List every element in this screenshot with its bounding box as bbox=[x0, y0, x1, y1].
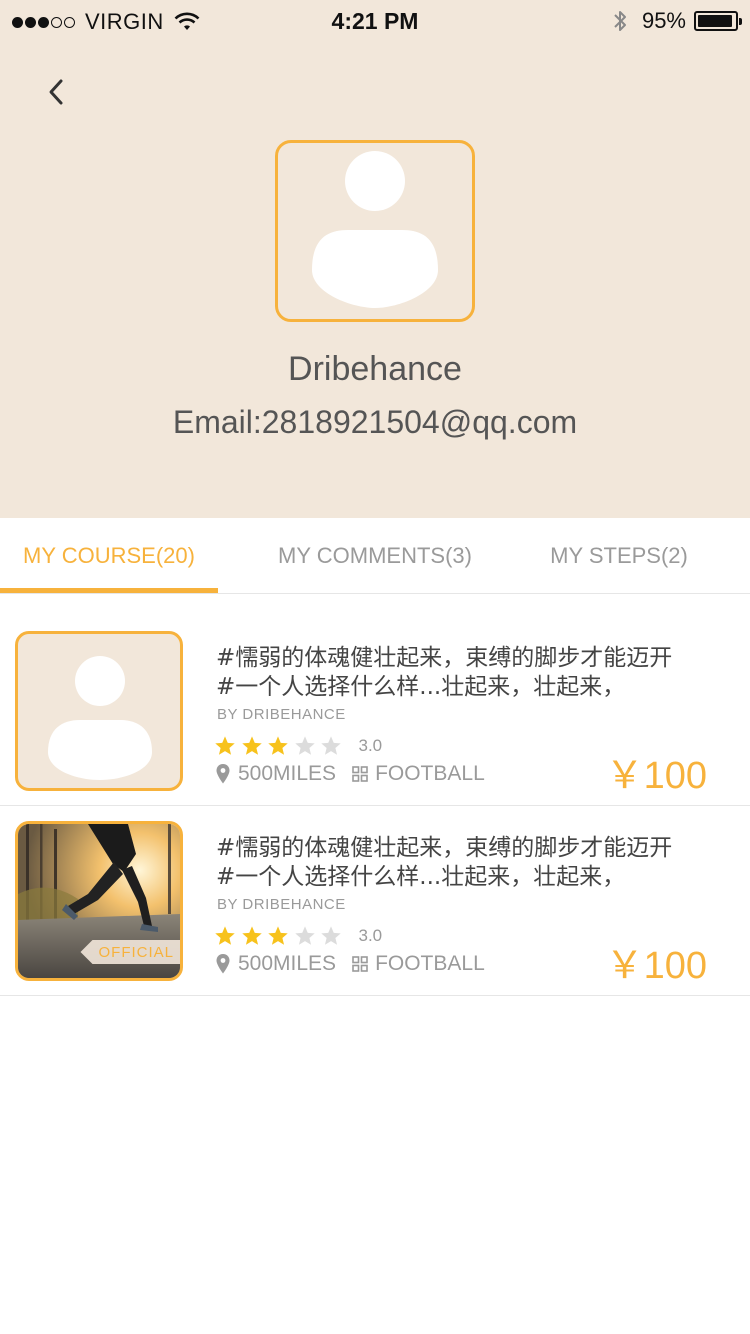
course-title-line: #懦弱的体魂健壮起来，束缚的脚步才能迈开 bbox=[216, 835, 673, 861]
star-icon bbox=[241, 926, 262, 945]
course-thumbnail bbox=[15, 631, 183, 791]
profile-header: VIRGIN 4:21 PM 95% Dribehance Email:2818… bbox=[0, 0, 750, 518]
avatar[interactable] bbox=[275, 140, 475, 322]
course-thumbnail: OFFICIAL bbox=[15, 821, 183, 981]
status-right: 95% bbox=[612, 8, 742, 34]
course-title: #懦弱的体魂健壮起来，束缚的脚步才能迈开 #一个人选择什么样...壮起来，壮起来… bbox=[216, 834, 726, 892]
tab-my-course[interactable]: MY COURSE(20) bbox=[0, 518, 218, 594]
battery-icon bbox=[694, 11, 742, 31]
user-silhouette-icon bbox=[48, 656, 152, 780]
star-icon bbox=[268, 736, 288, 755]
course-category: FOOTBALL bbox=[375, 762, 485, 785]
course-author: BY DRIBEHANCE bbox=[217, 896, 346, 913]
rating-stars: 3.0 bbox=[214, 735, 382, 757]
status-bar: VIRGIN 4:21 PM 95% bbox=[0, 0, 750, 42]
course-distance: 500MILES bbox=[238, 762, 337, 785]
rating-value: 3.0 bbox=[358, 926, 383, 945]
star-icon bbox=[268, 926, 288, 945]
chevron-left-icon bbox=[49, 79, 63, 105]
back-button[interactable] bbox=[36, 72, 76, 112]
battery-percentage: 95% bbox=[641, 8, 686, 33]
course-meta: 500MILES FOOTBALL bbox=[216, 952, 485, 976]
course-price: ￥100 bbox=[605, 755, 707, 797]
tab-my-steps[interactable]: MY STEPS(2) bbox=[500, 518, 738, 594]
location-pin-icon bbox=[216, 764, 230, 784]
star-icon bbox=[215, 926, 235, 945]
course-price: ￥100 bbox=[605, 945, 707, 987]
star-icon bbox=[215, 736, 235, 755]
course-title-line: #懦弱的体魂健壮起来，束缚的脚步才能迈开 bbox=[216, 645, 673, 671]
course-author: BY DRIBEHANCE bbox=[217, 706, 346, 723]
rating-stars: 3.0 bbox=[214, 925, 382, 947]
course-title-line: #一个人选择什么样...壮起来，壮起来， bbox=[216, 864, 626, 890]
tab-my-comments[interactable]: MY COMMENTS(3) bbox=[250, 518, 500, 594]
rating-value: 3.0 bbox=[358, 736, 383, 755]
course-category: FOOTBALL bbox=[375, 952, 485, 975]
star-icon bbox=[241, 736, 262, 755]
user-name: Dribehance bbox=[288, 350, 462, 388]
course-list: #懦弱的体魂健壮起来，束缚的脚步才能迈开 #一个人选择什么样...壮起来，壮起来… bbox=[0, 616, 750, 996]
course-item[interactable]: OFFICIAL #懦弱的体魂健壮起来，束缚的脚步才能迈开 #一个人选择什么样.… bbox=[0, 806, 750, 996]
profile-tabs: MY COURSE(20) MY COMMENTS(3) MY STEPS(2) bbox=[0, 518, 750, 594]
battery-tip bbox=[739, 18, 742, 25]
location-pin-icon bbox=[216, 954, 230, 974]
course-title: #懦弱的体魂健壮起来，束缚的脚步才能迈开 #一个人选择什么样...壮起来，壮起来… bbox=[216, 644, 726, 702]
course-title-line: #一个人选择什么样...壮起来，壮起来， bbox=[216, 674, 626, 700]
user-email: Email:2818921504@qq.com bbox=[172, 404, 578, 440]
star-icon bbox=[321, 736, 341, 755]
course-meta: 500MILES FOOTBALL bbox=[216, 762, 485, 786]
user-silhouette-icon bbox=[312, 151, 438, 308]
star-icon bbox=[294, 736, 315, 755]
official-badge: OFFICIAL bbox=[80, 940, 180, 964]
category-grid-icon bbox=[352, 766, 368, 782]
course-item[interactable]: #懦弱的体魂健壮起来，束缚的脚步才能迈开 #一个人选择什么样...壮起来，壮起来… bbox=[0, 616, 750, 806]
star-icon bbox=[294, 926, 315, 945]
course-distance: 500MILES bbox=[238, 952, 337, 975]
battery-fill bbox=[698, 15, 733, 27]
active-tab-indicator bbox=[0, 588, 218, 593]
category-grid-icon bbox=[352, 956, 368, 972]
star-icon bbox=[321, 926, 341, 945]
bluetooth-icon bbox=[614, 11, 626, 31]
